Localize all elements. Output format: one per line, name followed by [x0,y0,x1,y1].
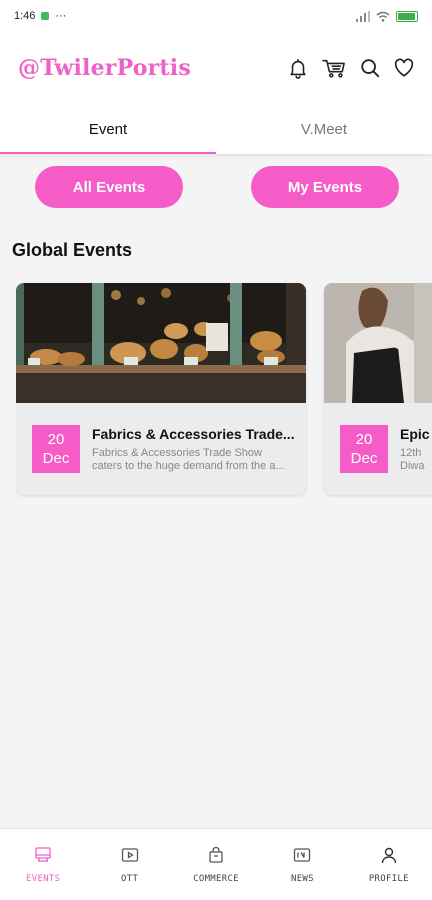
event-month: Dec [350,450,378,467]
battery-level [398,12,415,20]
battery-icon [396,10,418,22]
event-card-body: 20 Dec Fabrics & Accessories Trade... Fa… [16,403,306,495]
event-card[interactable]: 20 Dec Fabrics & Accessories Trade... Fa… [16,283,306,495]
heart-icon[interactable] [392,56,416,80]
ott-icon [121,847,138,862]
date-badge: 20 Dec [340,425,388,473]
status-left: 1:46 ··· [14,10,66,22]
event-description-line2: Diwa [400,460,425,472]
nav-commerce[interactable]: COMMERCE [173,829,259,900]
bakery-display-image [16,283,306,403]
event-day: 20 [47,431,65,448]
my-events-button[interactable]: My Events [251,166,399,208]
notification-indicator-icon [41,12,50,20]
section-title: Global Events [12,240,133,260]
event-description: Fabrics & Accessories Trade Show caters … [92,447,298,473]
brand-title: @TwilerPortis [18,55,191,81]
cart-icon[interactable] [320,56,348,80]
person-apron-image [324,283,432,403]
profile-icon [381,847,397,863]
all-events-button[interactable]: All Events [35,166,183,208]
bottom-navigation: EVENTS OTT COMMERCE NEWS PROFILE [0,828,432,900]
nav-label: PROFILE [368,873,409,884]
status-right [356,10,418,22]
news-icon [294,847,311,862]
tab-bar: Event V.Meet [0,104,432,154]
event-card[interactable]: 20 Dec Epic 12th Diwa [324,283,432,495]
nav-label: NEWS [290,873,314,884]
nav-profile[interactable]: PROFILE [346,829,432,900]
tab-event[interactable]: Event [0,104,216,154]
status-time: 1:46 [14,10,36,22]
bell-icon[interactable] [286,56,310,80]
event-description-line2: caters to the huge demand from the a... [92,460,285,472]
commerce-icon [209,846,223,863]
nav-label: COMMERCE [193,873,239,884]
event-filters: All Events My Events [0,166,432,208]
app-header: @TwilerPortis [0,32,432,104]
nav-label: OTT [121,873,139,884]
signal-icon [356,10,370,22]
nav-news[interactable]: NEWS [259,829,345,900]
tab-vmeet[interactable]: V.Meet [216,104,432,154]
nav-ott[interactable]: OTT [86,829,172,900]
header-actions [286,56,416,80]
event-description-line1: Fabrics & Accessories Trade Show [92,447,262,459]
status-bar: 1:46 ··· [0,0,432,32]
wifi-icon [376,11,390,22]
events-icon [35,846,51,862]
date-badge: 20 Dec [32,425,80,473]
nav-label: EVENTS [26,873,61,884]
event-description-line1: 12th [400,447,422,459]
event-card-body: 20 Dec Epic 12th Diwa [324,403,432,495]
status-more: ··· [55,10,67,22]
nav-events[interactable]: EVENTS [0,829,86,900]
event-title: Fabrics & Accessories Trade... [92,426,295,442]
event-title: Epic [400,426,430,442]
event-carousel[interactable]: 20 Dec Fabrics & Accessories Trade... Fa… [16,283,432,498]
search-icon[interactable] [358,56,382,80]
event-day: 20 [355,431,373,448]
event-month: Dec [42,450,70,467]
event-description: 12th Diwa [400,447,432,473]
